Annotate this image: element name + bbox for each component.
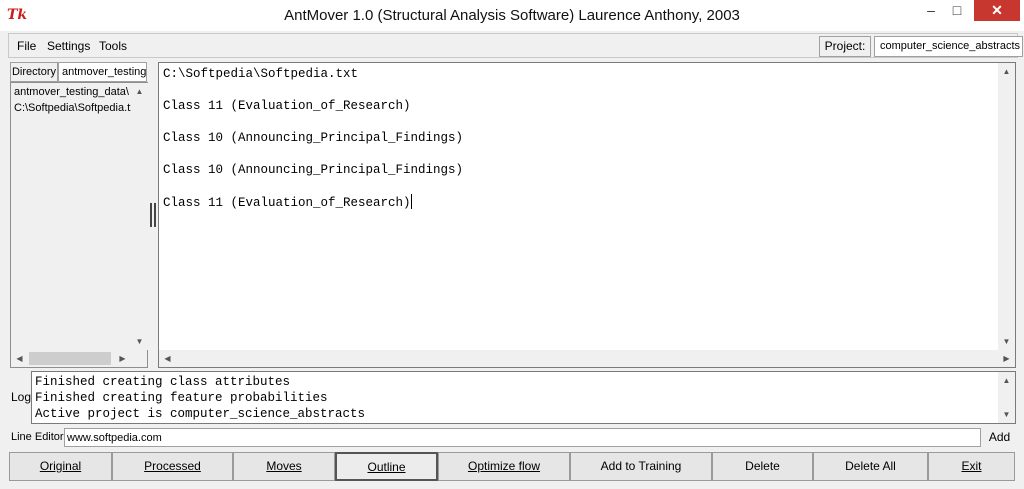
scroll-down-icon[interactable]: ▼: [998, 406, 1015, 423]
project-field[interactable]: computer_science_abstracts: [874, 36, 1023, 57]
scroll-right-icon[interactable]: ▶: [114, 350, 131, 367]
action-button-bar: Original Processed Moves Outline Optimiz…: [9, 452, 1015, 481]
scroll-up-icon[interactable]: ▲: [998, 372, 1015, 389]
moves-button[interactable]: Moves: [233, 452, 335, 481]
directory-vscrollbar[interactable]: ▲ ▼: [131, 83, 148, 350]
log-vscrollbar[interactable]: ▲ ▼: [998, 372, 1015, 423]
window-title: AntMover 1.0 (Structural Analysis Softwa…: [284, 7, 740, 24]
log-text: Finished creating class attributes Finis…: [35, 374, 365, 422]
editor-line: Class 10 (Announcing_Principal_Findings): [163, 131, 464, 145]
scroll-down-icon[interactable]: ▼: [998, 333, 1015, 350]
menu-tools[interactable]: Tools: [99, 39, 127, 53]
editor-vscrollbar[interactable]: ▲ ▼: [998, 63, 1015, 350]
processed-button[interactable]: Processed: [112, 452, 233, 481]
menu-file[interactable]: File: [17, 39, 36, 53]
line-editor-label: Line Editor: [11, 431, 64, 443]
scroll-thumb[interactable]: [29, 352, 111, 365]
document-editor[interactable]: C:\Softpedia\Softpedia.txt Class 11 (Eva…: [158, 62, 1016, 368]
line-editor-input[interactable]: [64, 428, 981, 447]
log-line: Active project is computer_science_abstr…: [35, 407, 366, 421]
editor-line: C:\Softpedia\Softpedia.txt: [163, 67, 359, 81]
maximize-button[interactable]: □: [944, 0, 970, 21]
scroll-right-icon[interactable]: ▶: [998, 350, 1015, 367]
scroll-up-icon[interactable]: ▲: [131, 83, 148, 100]
log-panel[interactable]: Finished creating class attributes Finis…: [31, 371, 1016, 424]
editor-text[interactable]: C:\Softpedia\Softpedia.txt Class 11 (Eva…: [163, 66, 463, 211]
scroll-down-icon[interactable]: ▼: [131, 333, 148, 350]
menu-bar: File Settings Tools Project: computer_sc…: [8, 33, 1023, 58]
text-caret: [410, 194, 412, 209]
title-bar: Tk AntMover 1.0 (Structural Analysis Sof…: [0, 0, 1024, 31]
editor-line: Class 11 (Evaluation_of_Research): [163, 99, 411, 113]
delete-all-button[interactable]: Delete All: [813, 452, 928, 481]
add-button[interactable]: Add: [984, 427, 1015, 448]
project-label: Project:: [819, 36, 871, 57]
directory-entry[interactable]: antmover_testing_data\: [14, 86, 131, 98]
optimize-flow-button[interactable]: Optimize flow: [438, 452, 570, 481]
directory-hscrollbar[interactable]: ◀ ▶: [11, 350, 131, 367]
pane-splitter[interactable]: [150, 203, 156, 227]
original-button[interactable]: Original: [9, 452, 112, 481]
delete-button[interactable]: Delete: [712, 452, 813, 481]
scroll-left-icon[interactable]: ◀: [159, 350, 176, 367]
scroll-up-icon[interactable]: ▲: [998, 63, 1015, 80]
editor-line: Class 10 (Announcing_Principal_Findings): [163, 163, 464, 177]
add-to-training-button[interactable]: Add to Training: [570, 452, 712, 481]
directory-list[interactable]: antmover_testing_data\ C:\Softpedia\Soft…: [10, 82, 148, 368]
exit-button[interactable]: Exit: [928, 452, 1015, 481]
log-line: Finished creating class attributes: [35, 375, 291, 389]
scroll-left-icon[interactable]: ◀: [11, 350, 28, 367]
directory-label: Directory: [10, 62, 58, 82]
directory-field[interactable]: antmover_testing_: [58, 62, 147, 82]
minimize-button[interactable]: –: [918, 0, 944, 21]
outline-button[interactable]: Outline: [335, 452, 438, 481]
editor-line: Class 11 (Evaluation_of_Research): [163, 196, 411, 210]
directory-entry[interactable]: C:\Softpedia\Softpedia.txt: [14, 102, 131, 114]
log-label: Log: [11, 390, 32, 404]
editor-hscrollbar[interactable]: ◀ ▶: [159, 350, 1015, 367]
menu-settings[interactable]: Settings: [47, 39, 90, 53]
log-line: Finished creating feature probabilities: [35, 391, 328, 405]
close-button[interactable]: ✕: [974, 0, 1020, 21]
